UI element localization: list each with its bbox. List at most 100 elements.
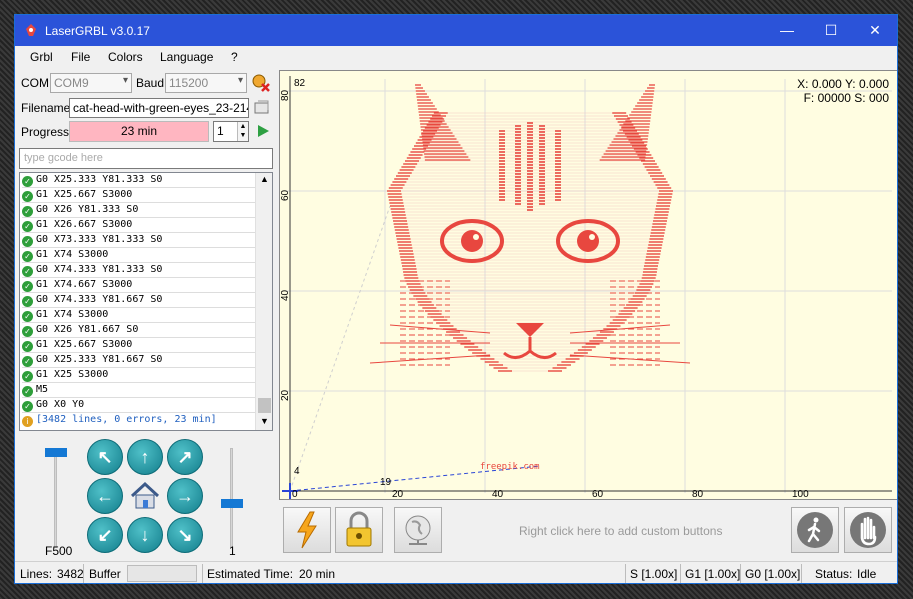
connect-button[interactable] [251,73,271,93]
lines-value: 3482 [57,567,84,581]
status-separator [202,564,203,583]
list-scrollbar[interactable]: ▲ ▼ [255,173,272,430]
check-icon: ✓ [22,341,33,352]
check-icon: ✓ [22,221,33,232]
dim-y-label: 4 [294,466,300,477]
close-button[interactable]: ✕ [853,15,897,46]
baud-rate-select[interactable]: 115200 ▾ [165,73,247,93]
s-override[interactable]: S [1.00x] [630,567,677,581]
y-tick-label: 80 [280,89,291,101]
list-item[interactable]: ✓ G0 X73.333 Y81.333 S0 [22,233,255,248]
status-value: Idle [857,567,877,581]
minimize-button[interactable]: — [765,15,809,46]
menu-colors[interactable]: Colors [108,50,143,64]
jog-up-right-button[interactable]: ↗ [167,439,203,475]
padlock-icon [346,511,372,547]
lightning-icon [297,511,317,549]
custom-buttons-hint: Right click here to add custom buttons [519,524,723,538]
home-button[interactable] [128,479,162,513]
lines-label: Lines: [20,567,53,581]
cat-head-engraving [369,84,691,372]
com-port-select[interactable]: COM9 ▾ [50,73,132,93]
jog-left-button[interactable]: ← [87,478,123,514]
slider-knob[interactable] [45,448,67,457]
list-item[interactable]: ✓ G0 X26 Y81.333 S0 [22,203,255,218]
gcode-input[interactable]: type gcode here [19,148,273,169]
slider-knob[interactable] [221,499,243,508]
x-tick-label: 0 [292,489,298,500]
check-icon: ✓ [22,191,33,202]
g0-override[interactable]: G0 [1.00x] [745,567,800,581]
list-item[interactable]: ✓ G1 X25 S3000 [22,368,255,383]
status-separator [801,564,802,583]
jog-up-left-button[interactable]: ↖ [87,439,123,475]
list-item[interactable]: ✓ G1 X25.667 S3000 [22,338,255,353]
feed-slider[interactable] [45,448,67,548]
check-icon: ✓ [22,266,33,277]
filename-field[interactable]: cat-head-with-green-eyes_23-2147437 [69,98,249,118]
menu-bar: Grbl File Colors Language ? [15,46,897,68]
stop-button[interactable] [844,507,892,553]
status-separator [740,564,741,583]
menu-grbl[interactable]: Grbl [30,50,53,64]
check-icon: ✓ [22,176,33,187]
status-separator [625,564,626,583]
status-separator [83,564,84,583]
jog-down-right-button[interactable]: ↘ [167,517,203,553]
open-file-icon[interactable] [253,98,271,116]
x-tick-label: 40 [492,489,504,500]
list-item[interactable]: ✓ G0 X74.333 Y81.667 S0 [22,293,255,308]
list-item[interactable]: ✓ G0 X25.333 Y81.667 S0 [22,353,255,368]
run-button[interactable] [255,123,271,139]
unlock-button[interactable] [335,507,383,553]
com-port-value: COM9 [54,76,89,90]
chevron-up-icon[interactable]: ▲ [260,174,269,184]
walk-button[interactable] [791,507,839,553]
info-icon: i [22,416,33,427]
chevron-down-icon: ▾ [122,75,128,86]
progress-bar: 23 min [69,121,209,142]
feed-label: F500 [45,544,73,558]
y-tick-label: 60 [280,189,291,201]
list-item[interactable]: ✓ G1 X74.667 S3000 [22,278,255,293]
slider-track [230,448,233,548]
x-tick-label: 60 [592,489,604,500]
list-item[interactable]: ✓ G0 X74.333 Y81.333 S0 [22,263,255,278]
g1-override[interactable]: G1 [1.00x] [685,567,740,581]
laser-fire-button[interactable] [283,507,331,553]
check-icon: ✓ [22,281,33,292]
hand-stop-icon [850,512,886,548]
list-item[interactable]: ✓ G1 X25.667 S3000 [22,188,255,203]
scrollbar-thumb[interactable] [258,398,271,413]
stepper-arrows-icon[interactable]: ▲ ▼ [237,122,248,141]
preview-canvas[interactable]: freepik.com 82 4 19 0 20 40 60 80 100 20… [279,70,897,500]
title-bar: LaserGRBL v3.0.17 — ☐ ✕ [15,15,897,46]
jog-right-button[interactable]: → [167,478,203,514]
gcode-list[interactable]: ✓ G0 X25.333 Y81.333 S0 ✓ G1 X25.667 S3000… [19,172,273,431]
menu-file[interactable]: File [71,50,90,64]
buffer-label: Buffer [89,567,121,581]
list-item[interactable]: ✓ G0 X25.333 Y81.333 S0 [22,173,255,188]
list-item[interactable]: ✓ G0 X0 Y0 [22,398,255,413]
chevron-down-icon: ▾ [237,75,243,86]
menu-language[interactable]: Language [160,50,213,64]
check-icon: ✓ [22,311,33,322]
list-item[interactable]: ✓ G1 X74 S3000 [22,308,255,323]
menu-help[interactable]: ? [231,50,238,64]
chevron-down-icon[interactable]: ▼ [260,416,269,426]
list-item[interactable]: ✓ G1 X74 S3000 [22,248,255,263]
y-tick-label: 20 [280,389,291,401]
jog-up-button[interactable]: ↑ [127,439,163,475]
status-bar: Lines: 3482 Buffer Estimated Time: 20 mi… [15,561,897,583]
list-item[interactable]: ✓ G0 X26 Y81.667 S0 [22,323,255,338]
walking-person-icon [797,512,833,548]
custom-button-bar[interactable]: Right click here to add custom buttons [279,504,897,556]
list-item[interactable]: ✓ G1 X26.667 S3000 [22,218,255,233]
check-icon: ✓ [22,326,33,337]
jog-down-button[interactable]: ↓ [127,517,163,553]
step-slider[interactable] [221,448,243,548]
globe-button[interactable] [394,507,442,553]
maximize-button[interactable]: ☐ [809,15,853,46]
list-item[interactable]: ✓ M5 [22,383,255,398]
jog-down-left-button[interactable]: ↙ [87,517,123,553]
